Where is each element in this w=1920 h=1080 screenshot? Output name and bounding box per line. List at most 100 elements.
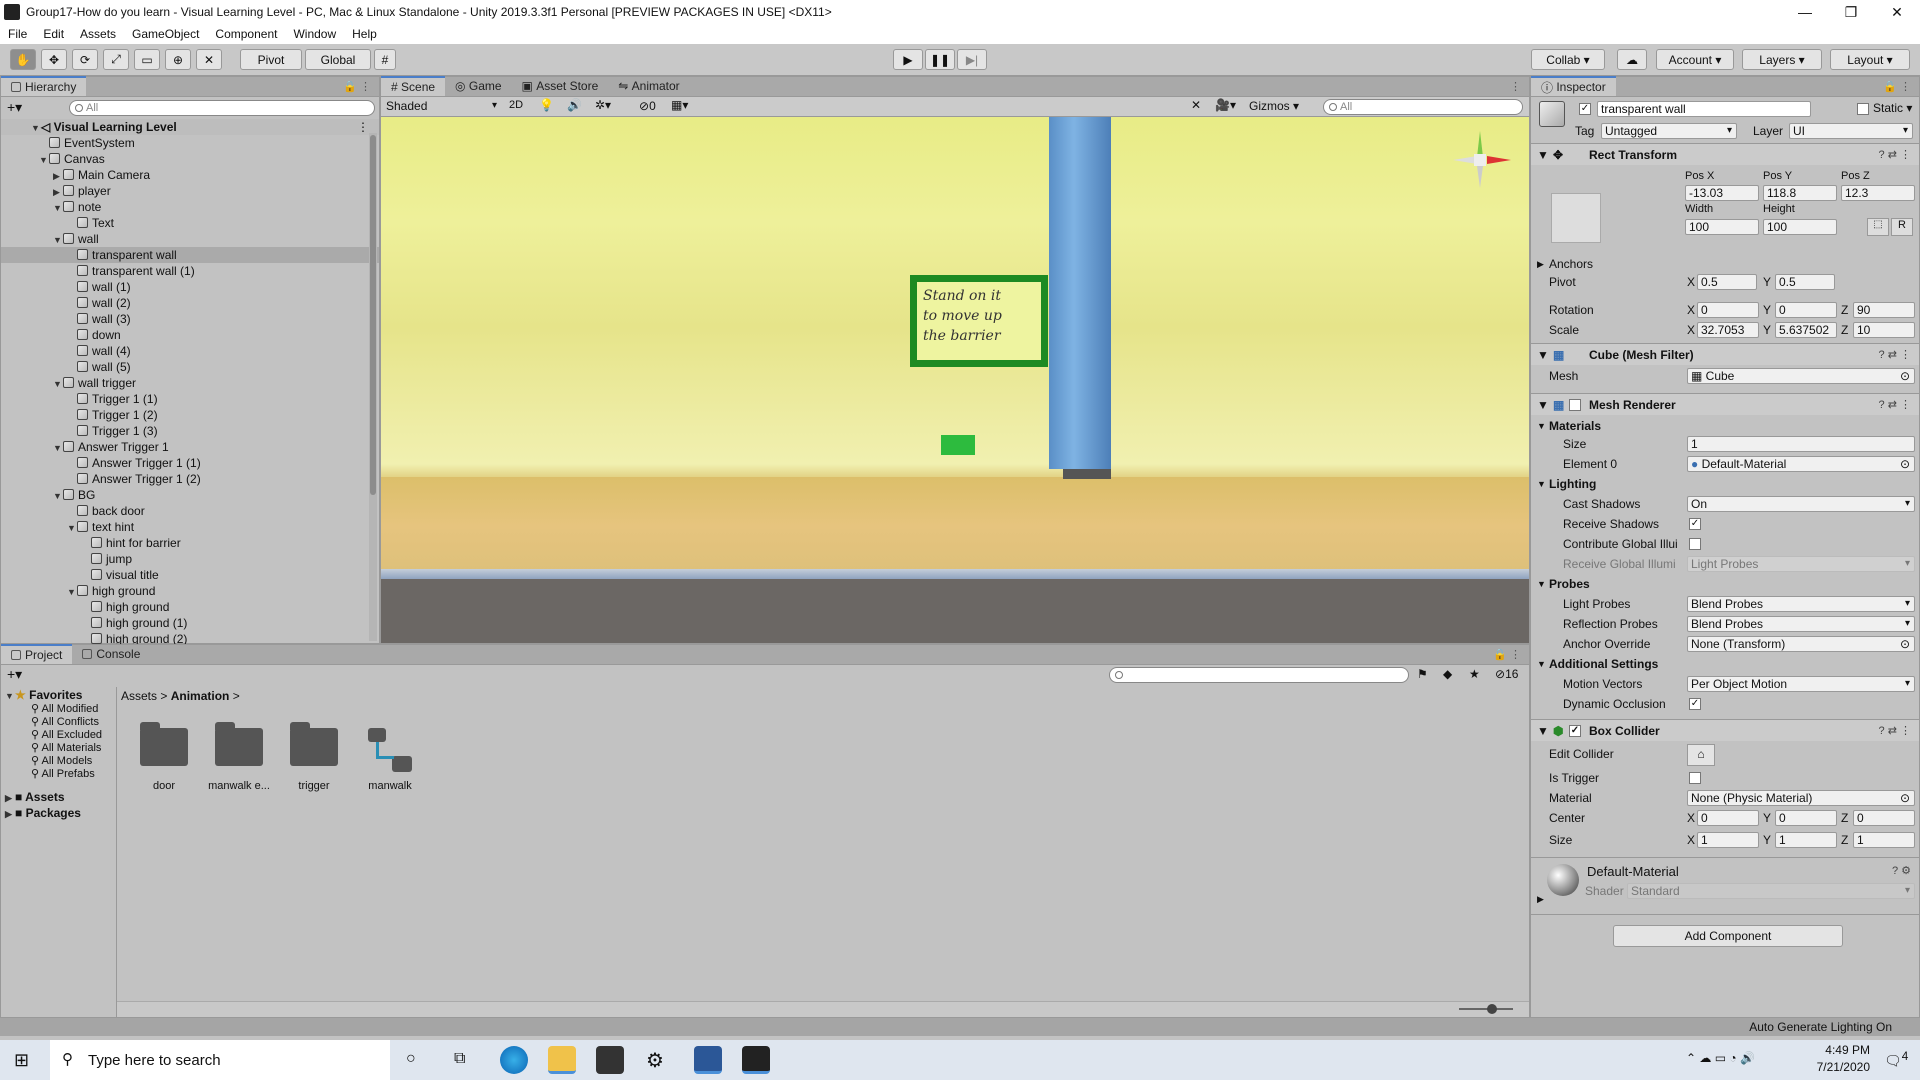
collapse-arrow-icon[interactable]: ▼ <box>67 584 77 600</box>
gizmo-center-cube[interactable] <box>1474 154 1486 166</box>
menu-edit[interactable]: Edit <box>35 27 72 41</box>
menu-assets[interactable]: Assets <box>72 27 124 41</box>
hierarchy-item[interactable]: hint for barrier <box>1 535 379 551</box>
unity-taskbar-icon[interactable] <box>742 1046 770 1074</box>
contribute-gi-checkbox[interactable] <box>1689 538 1701 550</box>
probes-foldout[interactable]: ▼ Probes <box>1531 575 1919 593</box>
hierarchy-item[interactable]: wall (3) <box>1 311 379 327</box>
dynamic-occlusion-checkbox[interactable]: ✓ <box>1689 698 1701 710</box>
menu-file[interactable]: File <box>0 27 35 41</box>
scene-viewport[interactable]: Stand on it to move up the barrier <box>381 117 1529 643</box>
shading-dropdown[interactable]: Shaded <box>383 99 501 115</box>
transform-tool-icon[interactable]: ⊕ <box>165 49 191 70</box>
favorite-item[interactable]: ⚲ All Prefabs <box>1 768 116 781</box>
menu-component[interactable]: Component <box>207 27 285 41</box>
asset-folder-manwalk-e[interactable]: manwalk e... <box>201 722 277 792</box>
layers-dropdown[interactable]: Layers ▾ <box>1742 49 1822 70</box>
file-explorer-icon[interactable] <box>548 1046 576 1074</box>
rotate-tool-icon[interactable]: ⟳ <box>72 49 98 70</box>
tab-asset-store[interactable]: ▣ Asset Store <box>512 76 609 96</box>
anchors-row[interactable]: ▶ Anchors <box>1531 255 1919 273</box>
panel-menu-icon[interactable]: 🔒 ⋮ <box>343 80 371 93</box>
size-y-field[interactable]: 1 <box>1775 832 1837 848</box>
raw-edit-button[interactable]: R <box>1891 218 1913 236</box>
collapse-arrow-icon[interactable]: ▼ <box>53 488 63 504</box>
account-dropdown[interactable]: Account ▾ <box>1656 49 1734 70</box>
material-help-settings-icons[interactable]: ? ⚙ <box>1892 864 1911 877</box>
collider-material-field[interactable]: None (Physic Material) ⊙ <box>1687 790 1915 806</box>
is-trigger-checkbox[interactable] <box>1689 772 1701 784</box>
favorite-item[interactable]: ⚲ All Modified <box>1 703 116 716</box>
scale-y-field[interactable]: 5.637502 <box>1775 322 1837 338</box>
posz-field[interactable]: 12.3 <box>1841 185 1915 201</box>
materials-size-field[interactable]: 1 <box>1687 436 1915 452</box>
hierarchy-item[interactable]: down <box>1 327 379 343</box>
maximize-button[interactable]: ❐ <box>1828 4 1874 21</box>
motion-vectors-dropdown[interactable]: Per Object Motion <box>1687 676 1915 692</box>
tools-icon[interactable]: ✕ <box>1191 98 1201 112</box>
neg-y-axis-cone[interactable] <box>1477 166 1483 188</box>
edge-icon[interactable] <box>500 1046 528 1074</box>
box-collider-header[interactable]: ▼ ⬢ ✓ Box Collider ? ⇄ ⋮ <box>1531 719 1919 741</box>
active-checkbox[interactable]: ✓ <box>1579 103 1591 115</box>
minimize-button[interactable]: — <box>1782 4 1828 21</box>
audio-toggle-icon[interactable]: 🔊 <box>567 98 582 112</box>
hierarchy-item[interactable]: high ground (1) <box>1 615 379 631</box>
lighting-foldout[interactable]: ▼ Lighting <box>1531 475 1919 493</box>
zoom-slider-thumb[interactable] <box>1487 1004 1497 1014</box>
hierarchy-item[interactable]: back door <box>1 503 379 519</box>
hierarchy-item[interactable]: ▼ wall trigger <box>1 375 379 391</box>
rotation-y-field[interactable]: 0 <box>1775 302 1837 318</box>
taskbar-search-input[interactable]: ⚲ Type here to search <box>50 1040 390 1080</box>
tab-inspector[interactable]: ⓘ Inspector <box>1531 76 1616 96</box>
width-field[interactable]: 100 <box>1685 219 1759 235</box>
hierarchy-item[interactable]: transparent wall (1) <box>1 263 379 279</box>
collapse-arrow-icon[interactable]: ▼ <box>53 376 63 392</box>
pivot-toggle[interactable]: Pivot <box>240 49 302 70</box>
favorite-item[interactable]: ⚲ All Materials <box>1 742 116 755</box>
light-probes-dropdown[interactable]: Blend Probes <box>1687 596 1915 612</box>
zoom-slider-track[interactable] <box>1459 1008 1513 1010</box>
hierarchy-item[interactable]: ▼ Canvas <box>1 151 379 167</box>
hierarchy-item[interactable]: jump <box>1 551 379 567</box>
collapse-arrow-icon[interactable]: ▼ <box>53 200 63 216</box>
asset-animator-manwalk[interactable]: manwalk <box>352 728 428 792</box>
scene-panel-menu-icon[interactable]: ⋮ <box>1510 80 1521 93</box>
hierarchy-item[interactable]: wall (2) <box>1 295 379 311</box>
packages-root-row[interactable]: ▶ ■ Packages <box>1 805 116 821</box>
assets-root-row[interactable]: ▶ ■ Assets <box>1 789 116 805</box>
hierarchy-item[interactable]: Trigger 1 (3) <box>1 423 379 439</box>
box-collider-enabled-checkbox[interactable]: ✓ <box>1569 725 1581 737</box>
rotation-z-field[interactable]: 90 <box>1853 302 1915 318</box>
tab-animator[interactable]: ⇋ Animator <box>608 76 689 96</box>
pause-button[interactable]: ❚❚ <box>925 49 955 70</box>
favorite-item[interactable]: ⚲ All Conflicts <box>1 716 116 729</box>
scene-menu-icon[interactable]: ⋮ <box>357 119 369 135</box>
hidden-objects-toggle[interactable]: ⊘0 <box>639 99 656 113</box>
tag-dropdown[interactable]: Untagged <box>1601 123 1737 139</box>
inspector-panel-menu-icon[interactable]: 🔒 ⋮ <box>1883 80 1911 93</box>
hierarchy-item[interactable]: visual title <box>1 567 379 583</box>
cortana-icon[interactable]: ○ <box>406 1050 416 1068</box>
camera-icon[interactable]: 🎥▾ <box>1215 98 1236 112</box>
project-panel-menu-icon[interactable]: 🔒 ⋮ <box>1493 648 1521 661</box>
component-help-settings-icons[interactable]: ? ⇄ ⋮ <box>1879 344 1911 366</box>
tray-icons[interactable]: ⌃ ☁ ▭ ◔ 🔊 <box>1686 1051 1755 1065</box>
gizmos-dropdown[interactable]: Gizmos ▾ <box>1249 99 1299 113</box>
create-plus-icon[interactable]: +▾ <box>7 99 22 116</box>
scene-search-input[interactable]: All <box>1323 99 1523 115</box>
mesh-field[interactable]: ▦ Cube ⊙ <box>1687 368 1915 384</box>
hierarchy-item[interactable]: Answer Trigger 1 (2) <box>1 471 379 487</box>
hierarchy-item[interactable]: ▼ high ground <box>1 583 379 599</box>
hierarchy-item[interactable]: ▼ wall <box>1 231 379 247</box>
reflection-probes-dropdown[interactable]: Blend Probes <box>1687 616 1915 632</box>
favorite-star-icon[interactable]: ★ <box>1469 667 1480 681</box>
anchor-preset-icon[interactable] <box>1551 193 1601 243</box>
rect-tool-icon[interactable]: ▭ <box>134 49 160 70</box>
rect-transform-header[interactable]: ▼ ✥ Rect Transform ? ⇄ ⋮ <box>1531 143 1919 165</box>
tab-console[interactable]: Console <box>72 644 150 664</box>
size-z-field[interactable]: 1 <box>1853 832 1915 848</box>
project-search-input[interactable] <box>1109 667 1409 683</box>
tab-hierarchy[interactable]: Hierarchy <box>1 76 87 96</box>
hierarchy-item[interactable]: ▼ note <box>1 199 379 215</box>
